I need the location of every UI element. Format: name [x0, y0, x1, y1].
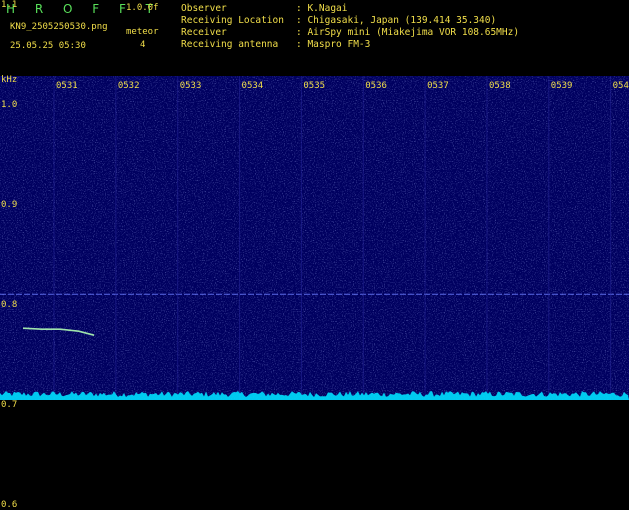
x-tick-label: 0538	[488, 81, 511, 91]
info-label-antenna: Receiving antenna	[181, 39, 279, 50]
info-label-location: Receiving Location	[181, 15, 284, 26]
date-time: 25.05.25 05:30	[10, 41, 86, 51]
x-tick-label: 0537	[427, 81, 449, 91]
x-tick-label: 0532	[117, 81, 140, 91]
y-tick-label: 1.0	[1, 100, 18, 111]
info-value-antenna: : Maspro FM-3	[296, 39, 371, 50]
x-tick-label: 0533	[179, 81, 202, 91]
x-tick-label: 0531	[56, 81, 78, 91]
header-panel: H R O F F T 1.0.0f KN9_2505250530.png me…	[0, 0, 629, 76]
info-value-receiver: : AirSpy mini (Miakejima VOR 108.65MHz)	[296, 27, 520, 38]
y-axis-unit: kHz	[1, 75, 18, 85]
x-tick-label: 0535	[303, 81, 326, 91]
x-tick-label: 0536	[365, 81, 387, 91]
plot-noise	[0, 76, 629, 400]
y-tick-label: 1.1	[1, 0, 18, 11]
info-label-observer: Observer	[181, 3, 227, 14]
y-tick-label: 0.7	[1, 400, 18, 411]
y-tick-label: 0.8	[1, 300, 18, 311]
info-label-receiver: Receiver	[181, 27, 227, 38]
y-tick-label: 0.9	[1, 200, 18, 211]
file-name: KN9_2505250530.png	[10, 22, 108, 32]
info-value-location: : Chigasaki, Japan (139.414 35.340)	[296, 15, 497, 26]
y-tick-label: 0.6	[1, 500, 18, 510]
version-label: 1.0.0f	[126, 3, 159, 13]
x-tick-label: 0539	[550, 81, 573, 91]
meteor-label: meteor	[126, 27, 159, 37]
x-tick-label: 0534	[241, 81, 264, 91]
meteor-count: 4	[140, 40, 146, 50]
spectrogram-plot	[0, 76, 629, 400]
x-tick-label: 0540	[612, 81, 629, 91]
info-value-observer: : K.Nagai	[296, 3, 348, 14]
